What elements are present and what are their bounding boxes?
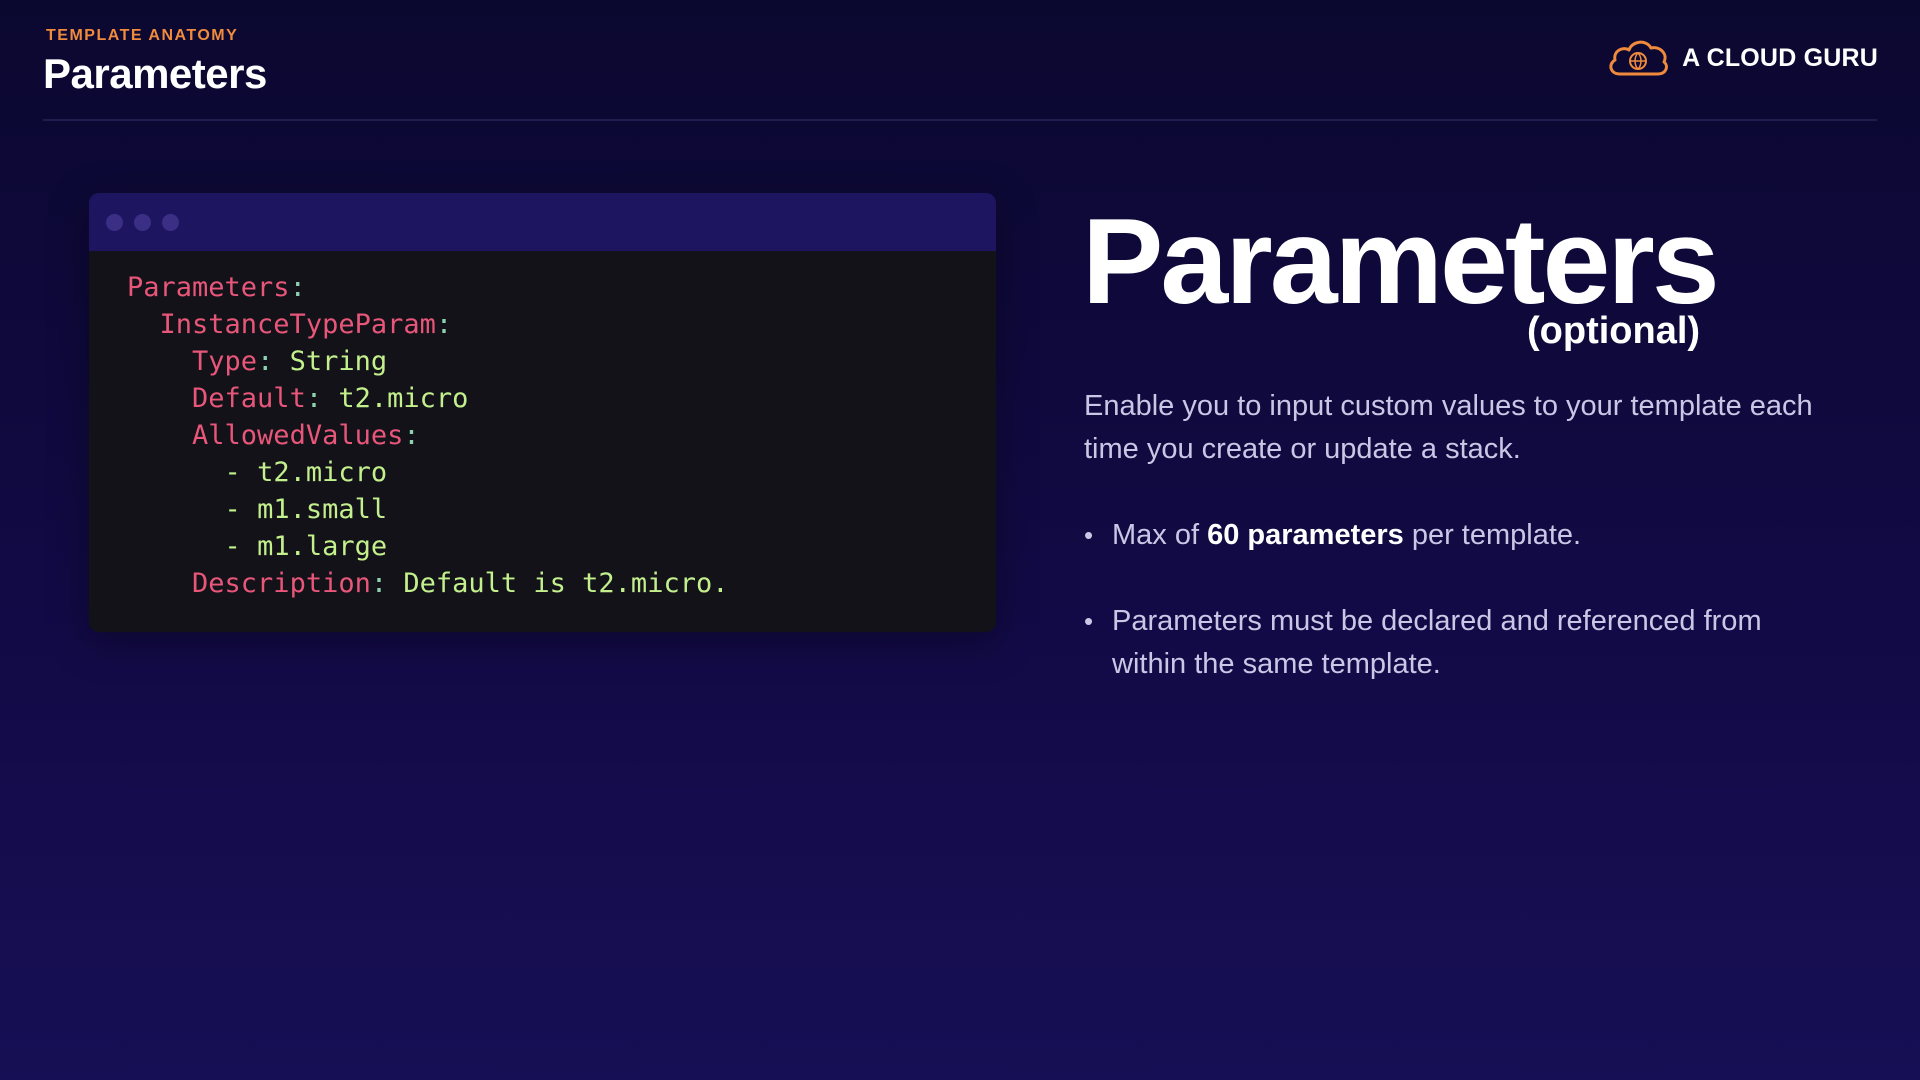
- code-key: Default: [192, 383, 306, 414]
- code-window-titlebar: [89, 193, 996, 251]
- code-sep: :: [257, 346, 290, 377]
- code-line: AllowedValues:: [127, 417, 996, 454]
- code-sep: :: [305, 383, 339, 414]
- code-line: InstanceTypeParam:: [127, 306, 996, 343]
- code-value: t2.micro: [338, 383, 469, 414]
- bullet-icon: •: [1084, 520, 1094, 550]
- bullet-text-bold: 60 parameters: [1207, 519, 1404, 551]
- code-body: Parameters: InstanceTypeParam: Type: Str…: [89, 251, 996, 632]
- intro-text: Enable you to input custom values to you…: [1084, 390, 1813, 465]
- main-title: Parameters: [1082, 193, 1720, 329]
- code-line: Type: String: [127, 343, 996, 380]
- code-value: m1.large: [257, 531, 388, 562]
- code-key: Description: [192, 568, 371, 599]
- code-key: Type: [192, 346, 258, 377]
- bullet-list: • Max of 60 parameters per template. • P…: [1084, 514, 1784, 729]
- window-dot-3: [162, 213, 179, 231]
- bullet-text-before: Max of: [1112, 519, 1208, 551]
- page-title: Parameters: [43, 50, 267, 97]
- cloud-logo-icon: [1609, 40, 1668, 76]
- list-item: • Parameters must be declared and refere…: [1084, 600, 1784, 686]
- code-key: Parameters: [127, 272, 290, 303]
- code-sep: :: [289, 272, 306, 303]
- code-line: Description: Default is t2.micro.: [127, 565, 996, 602]
- code-line: Parameters:: [127, 269, 996, 306]
- code-line: - t2.micro: [127, 454, 996, 491]
- code-value: String: [289, 346, 388, 377]
- code-value: Default is t2.micro.: [403, 568, 729, 599]
- code-window: Parameters: InstanceTypeParam: Type: Str…: [89, 193, 996, 632]
- brand-name: A CLOUD GURU: [1682, 43, 1878, 72]
- brand: A CLOUD GURU: [1606, 36, 1878, 80]
- code-sep: :: [435, 309, 453, 340]
- window-dot-2: [134, 213, 151, 231]
- code-sep: :: [370, 568, 404, 599]
- bullet-text-after: per template.: [1403, 519, 1582, 551]
- code-line: - m1.large: [127, 528, 996, 565]
- code-value: m1.small: [257, 494, 388, 525]
- code-line: Default: t2.micro: [127, 380, 996, 417]
- code-key: AllowedValues: [192, 420, 404, 451]
- code-sep: :: [403, 420, 420, 451]
- code-key: InstanceTypeParam: [159, 309, 436, 340]
- window-dot-1: [106, 213, 123, 231]
- code-value: t2.micro: [257, 457, 388, 488]
- code-dash: -: [224, 494, 258, 525]
- main-subtitle: (optional): [1527, 310, 1701, 352]
- list-item: • Max of 60 parameters per template.: [1084, 514, 1784, 557]
- bullet-text-before: Parameters must be declared and referenc…: [1112, 605, 1762, 680]
- code-dash: -: [224, 531, 258, 562]
- code-dash: -: [224, 457, 258, 488]
- header-divider: [43, 119, 1877, 121]
- code-line: - m1.small: [127, 491, 996, 528]
- header-eyebrow: TEMPLATE ANATOMY: [46, 27, 239, 44]
- bullet-icon: •: [1084, 606, 1094, 636]
